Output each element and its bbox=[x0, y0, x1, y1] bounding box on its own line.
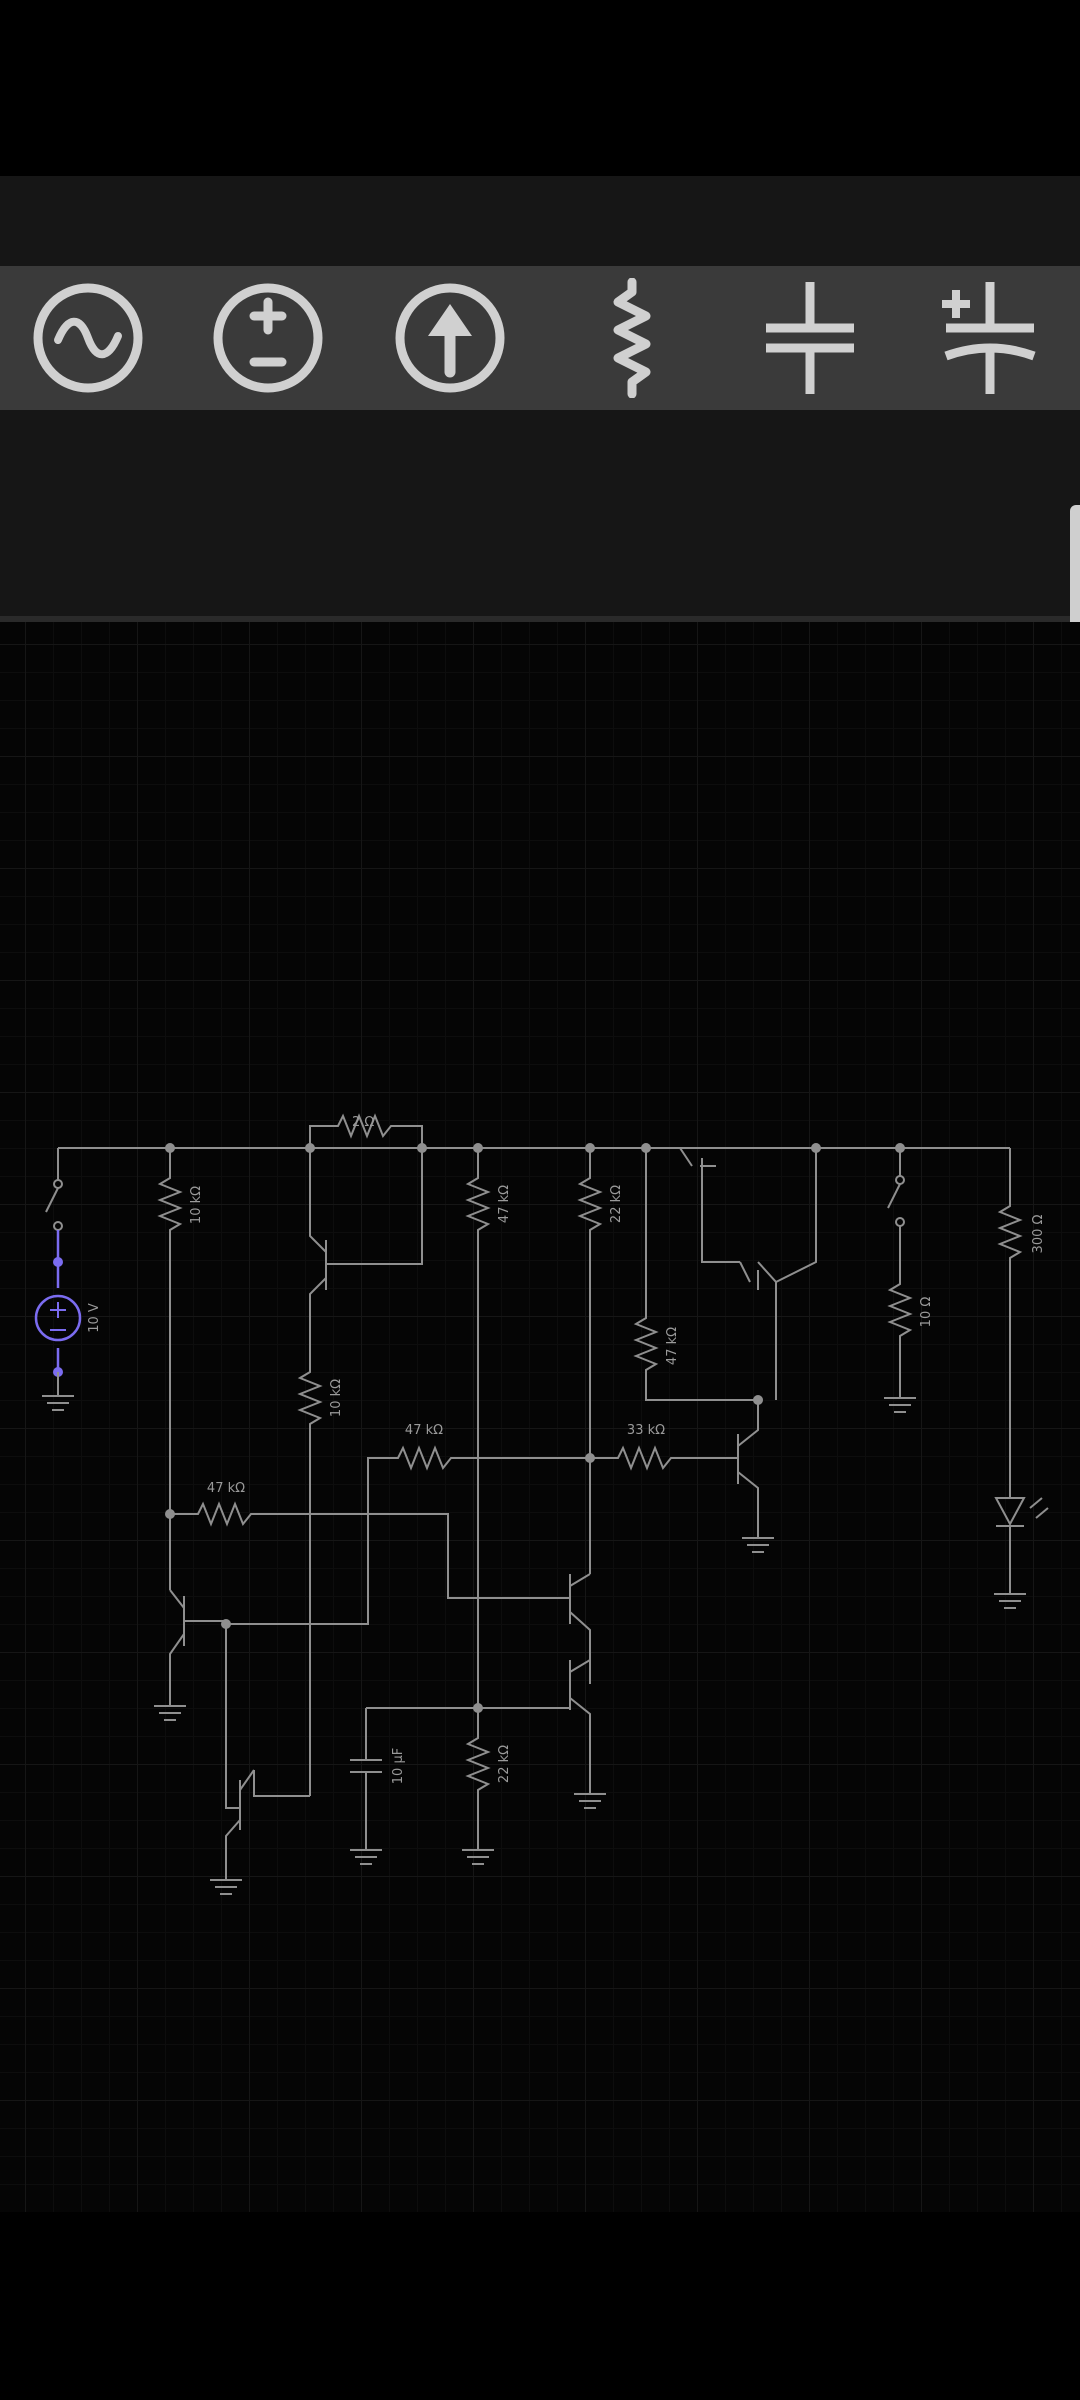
label-47k-h1: 47 kΩ bbox=[405, 1423, 443, 1438]
label-10k-mid: 10 kΩ bbox=[329, 1379, 344, 1417]
capacitor-icon bbox=[766, 282, 854, 394]
app-header bbox=[0, 176, 1080, 266]
ac-source-icon bbox=[33, 283, 143, 393]
dc-voltage-source-icon bbox=[213, 283, 323, 393]
label-22k-a: 22 kΩ bbox=[609, 1185, 624, 1223]
voltage-source[interactable] bbox=[34, 1230, 82, 1377]
label-22k-b: 22 kΩ bbox=[497, 1745, 512, 1783]
circuit-schematic: 2 Ω 10 V 10 kΩ 47 kΩ 47 kΩ 10 kΩ 47 kΩ 2… bbox=[34, 1113, 1049, 1895]
polarized-capacitor-tool[interactable] bbox=[920, 266, 1060, 410]
current-source-tool[interactable] bbox=[380, 266, 520, 410]
resistor-tool[interactable] bbox=[560, 266, 700, 410]
component-toolbar bbox=[0, 266, 1080, 410]
status-bar bbox=[0, 0, 1080, 176]
led[interactable] bbox=[994, 1497, 1049, 1594]
circuit-canvas[interactable]: 2 Ω 10 V 10 kΩ 47 kΩ 47 kΩ 10 kΩ 47 kΩ 2… bbox=[0, 622, 1080, 2212]
label-2ohm: 2 Ω bbox=[352, 1115, 374, 1130]
label-47k-h2: 47 kΩ bbox=[207, 1481, 245, 1496]
switch-main[interactable] bbox=[45, 1148, 63, 1231]
resistor-icon bbox=[613, 278, 651, 398]
label-10ohm: 10 Ω bbox=[919, 1297, 934, 1328]
polarized-capacitor-icon bbox=[942, 282, 1036, 394]
navigation-bar bbox=[0, 2212, 1080, 2400]
label-10uf: 10 µF bbox=[391, 1748, 406, 1784]
label-source: 10 V bbox=[87, 1303, 102, 1333]
capacitor-tool[interactable] bbox=[740, 266, 880, 410]
current-source-icon bbox=[395, 283, 505, 393]
label-10k-left: 10 kΩ bbox=[189, 1186, 204, 1224]
label-47k-b: 47 kΩ bbox=[665, 1327, 680, 1365]
label-33k: 33 kΩ bbox=[627, 1423, 665, 1438]
label-47k-a: 47 kΩ bbox=[497, 1185, 512, 1223]
ac-source-tool[interactable] bbox=[18, 266, 158, 410]
properties-panel bbox=[0, 410, 1080, 616]
label-300ohm: 300 Ω bbox=[1031, 1215, 1046, 1254]
dc-voltage-source-tool[interactable] bbox=[198, 266, 338, 410]
